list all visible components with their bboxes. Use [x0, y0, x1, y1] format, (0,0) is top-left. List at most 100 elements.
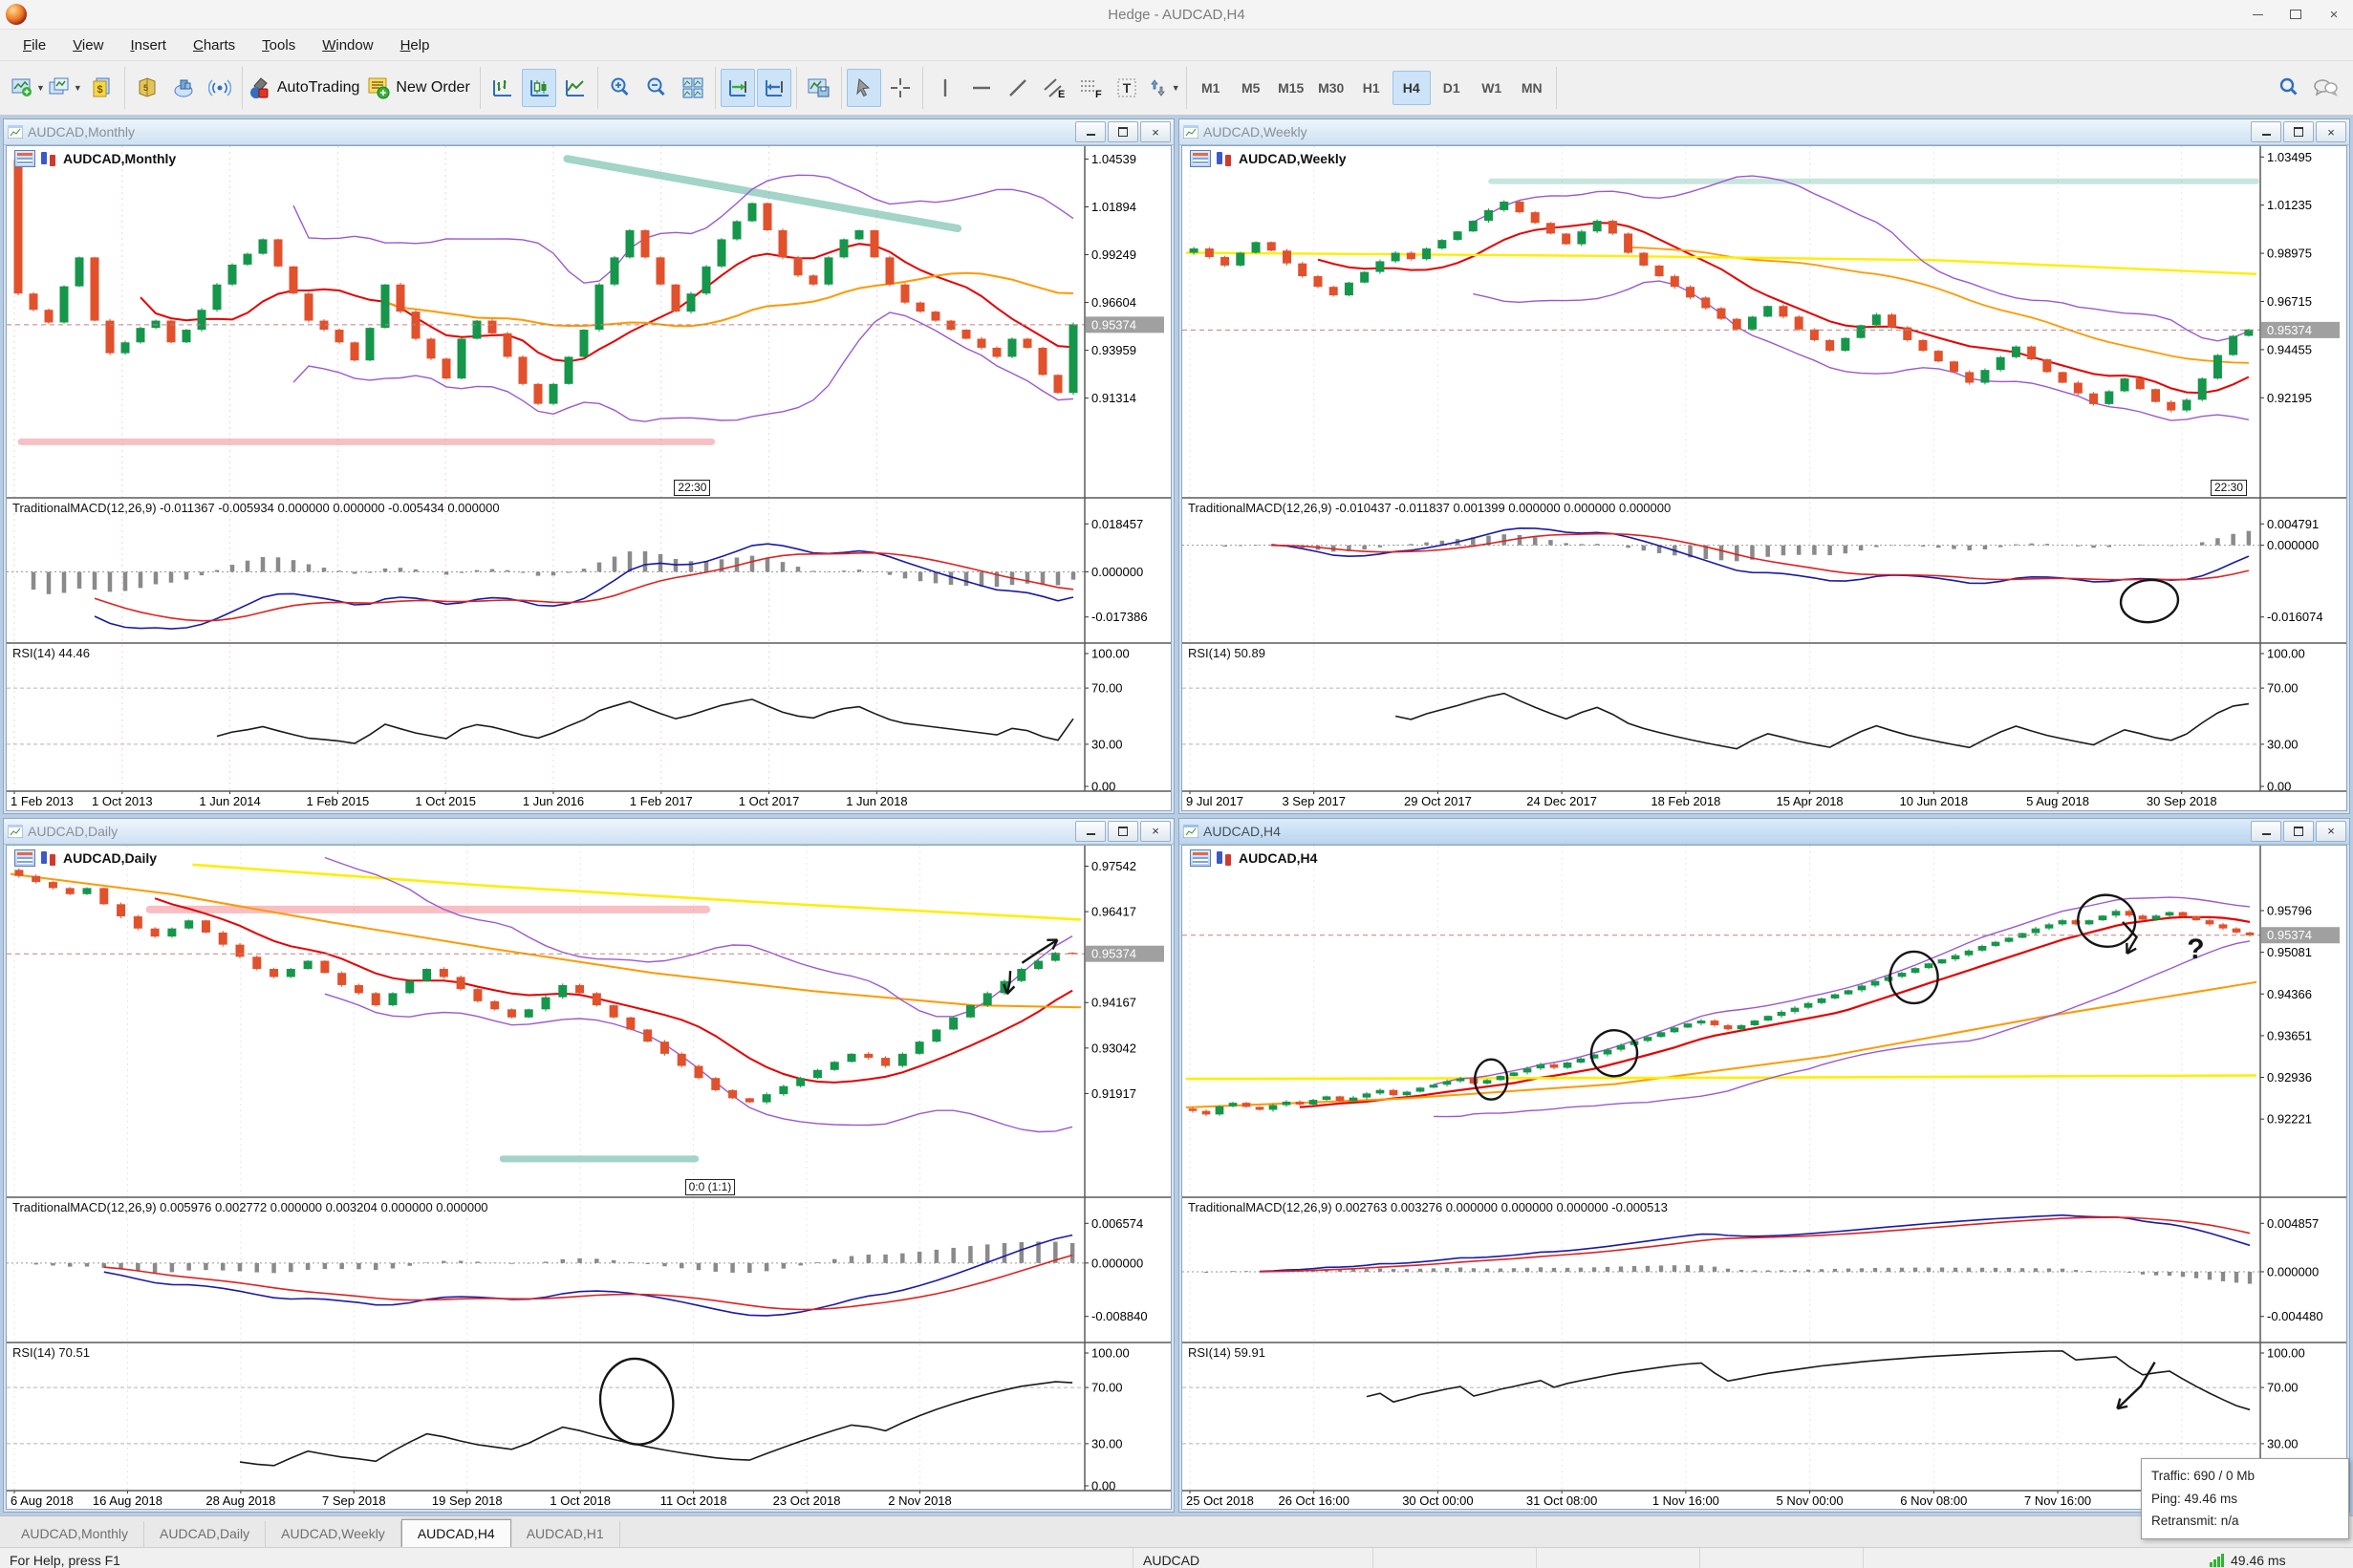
svg-text:1 Oct 2015: 1 Oct 2015 [415, 794, 476, 808]
tab-audcad-monthly[interactable]: AUDCAD,Monthly [6, 1521, 144, 1547]
new-chart-button[interactable]: ▼ [11, 69, 46, 107]
history-center-button[interactable]: 5 [130, 69, 164, 107]
chevron-down-icon: ▼ [36, 83, 45, 93]
price-chart-daily[interactable]: 0.975420.964170.941670.930420.919170.953… [7, 846, 1171, 1510]
timeframe-m30-button[interactable]: M30 [1312, 71, 1350, 105]
timeframe-w1-button[interactable]: W1 [1473, 71, 1511, 105]
svg-text:1.04539: 1.04539 [1091, 152, 1136, 166]
timeframe-h4-button[interactable]: H4 [1392, 71, 1431, 105]
chart-shift-button[interactable] [757, 69, 791, 107]
candlestick-chart-button[interactable] [522, 69, 556, 107]
window-close-button[interactable]: × [1140, 821, 1171, 842]
window-close-button[interactable]: × [1140, 121, 1171, 142]
minimize-button[interactable] [2238, 1, 2277, 28]
navigator-button[interactable] [166, 69, 201, 107]
zoom-out-button[interactable] [639, 69, 674, 107]
close-button[interactable]: × [2315, 1, 2353, 28]
tile-windows-button[interactable] [676, 69, 710, 107]
zoom-in-button[interactable] [603, 69, 637, 107]
svg-text:28 Aug 2018: 28 Aug 2018 [205, 1493, 275, 1508]
menu-insert[interactable]: Insert [117, 33, 180, 57]
one-click-trading-icon[interactable] [1190, 150, 1211, 167]
timeframe-m5-button[interactable]: M5 [1232, 71, 1270, 105]
chart-area-daily[interactable]: 0.975420.964170.941670.930420.919170.953… [6, 845, 1172, 1511]
profiles-button[interactable]: ▼ [48, 69, 83, 107]
status-connection[interactable]: 49.46 ms [2200, 1548, 2353, 1568]
timeframe-mn-button[interactable]: MN [1513, 71, 1551, 105]
window-close-button[interactable]: × [2316, 121, 2346, 142]
app-titlebar: Hedge - AUDCAD,H4 × [0, 0, 2353, 30]
menu-help[interactable]: Help [387, 33, 443, 57]
chart-area-h4[interactable]: 0.957960.950810.943660.936510.929360.922… [1181, 845, 2347, 1511]
chart-window-titlebar[interactable]: AUDCAD,H4 × [1179, 819, 2349, 845]
timeframe-h1-button[interactable]: H1 [1352, 71, 1391, 105]
chart-window-titlebar[interactable]: AUDCAD,Weekly × [1179, 119, 2349, 145]
timeframe-m15-button[interactable]: M15 [1272, 71, 1310, 105]
window-restore-button[interactable] [2283, 121, 2314, 142]
horizontal-line-tool-button[interactable] [964, 69, 999, 107]
search-icon[interactable] [2272, 69, 2306, 107]
depth-of-market-icon[interactable] [1215, 151, 1232, 166]
templates-button[interactable] [802, 69, 836, 107]
svg-text:0.91917: 0.91917 [1091, 1085, 1136, 1100]
market-watch-button[interactable]: $ [85, 69, 119, 107]
restore-button[interactable] [2277, 1, 2315, 28]
one-click-trading-icon[interactable] [14, 150, 35, 167]
chart-area-weekly[interactable]: 1.034951.012350.989750.967150.944550.921… [1181, 145, 2347, 811]
menu-view[interactable]: View [59, 33, 117, 57]
autotrading-button[interactable]: AutoTrading [248, 69, 365, 107]
price-chart-h4[interactable]: 0.957960.950810.943660.936510.929360.922… [1182, 846, 2346, 1510]
svg-text:0.94366: 0.94366 [2267, 986, 2312, 1000]
chart-window-titlebar[interactable]: AUDCAD,Daily × [4, 819, 1174, 845]
chart-window-icon [1183, 125, 1198, 139]
bar-chart-button[interactable] [486, 69, 520, 107]
timeframe-m1-button[interactable]: M1 [1192, 71, 1230, 105]
window-minimize-button[interactable] [1075, 121, 1106, 142]
new-order-button[interactable]: New Order [366, 69, 474, 107]
timeframe-d1-button[interactable]: D1 [1433, 71, 1471, 105]
svg-text:5: 5 [143, 83, 148, 93]
depth-of-market-icon[interactable] [1215, 850, 1232, 866]
crosshair-tool-button[interactable] [883, 69, 917, 107]
text-tool-button[interactable]: T [1110, 69, 1144, 107]
menu-file[interactable]: File [10, 33, 59, 57]
window-minimize-button[interactable] [2251, 821, 2281, 842]
tab-audcad-weekly[interactable]: AUDCAD,Weekly [266, 1521, 401, 1547]
svg-text:7 Sep 2018: 7 Sep 2018 [322, 1493, 386, 1508]
mdi-workspace: AUDCAD,Monthly × 1.045391.018940.992490.… [0, 116, 2353, 1515]
fibonacci-tool-button[interactable]: F [1073, 69, 1108, 107]
window-minimize-button[interactable] [2251, 121, 2281, 142]
one-click-trading-icon[interactable] [1190, 849, 1211, 867]
price-chart-weekly[interactable]: 1.034951.012350.989750.967150.944550.921… [1182, 146, 2346, 810]
arrows-tool-button[interactable]: ▼ [1146, 69, 1181, 107]
chat-icon[interactable] [2308, 69, 2342, 107]
tab-audcad-h1[interactable]: AUDCAD,H1 [511, 1521, 620, 1547]
cursor-tool-button[interactable] [847, 69, 881, 107]
svg-text:16 Aug 2018: 16 Aug 2018 [93, 1493, 162, 1508]
one-click-trading-icon[interactable] [14, 849, 35, 867]
chart-window-titlebar[interactable]: AUDCAD,Monthly × [4, 119, 1174, 145]
window-restore-button[interactable] [2283, 821, 2314, 842]
price-chart-monthly[interactable]: 1.045391.018940.992490.966040.939590.913… [7, 146, 1171, 810]
chart-area-monthly[interactable]: 1.045391.018940.992490.966040.939590.913… [6, 145, 1172, 811]
menu-tools[interactable]: Tools [248, 33, 309, 57]
bar-countdown-label: 22:30 [2211, 480, 2247, 496]
signals-button[interactable] [203, 69, 237, 107]
tab-audcad-h4[interactable]: AUDCAD,H4 [401, 1519, 511, 1547]
window-restore-button[interactable] [1108, 821, 1138, 842]
depth-of-market-icon[interactable] [39, 850, 56, 866]
auto-scroll-button[interactable] [721, 69, 755, 107]
window-close-button[interactable]: × [2316, 821, 2346, 842]
depth-of-market-icon[interactable] [39, 151, 56, 166]
line-chart-button[interactable] [558, 69, 593, 107]
menu-charts[interactable]: Charts [180, 33, 248, 57]
trendline-tool-button[interactable] [1001, 69, 1035, 107]
menu-window[interactable]: Window [309, 33, 386, 57]
equidistant-channel-tool-button[interactable]: E [1037, 69, 1071, 107]
svg-text:0.92195: 0.92195 [2267, 391, 2312, 405]
window-restore-button[interactable] [1108, 121, 1138, 142]
tab-audcad-daily[interactable]: AUDCAD,Daily [144, 1521, 266, 1547]
vertical-line-tool-button[interactable] [928, 69, 962, 107]
chart-symbol-label: AUDCAD,Monthly [14, 150, 176, 167]
window-minimize-button[interactable] [1075, 821, 1106, 842]
